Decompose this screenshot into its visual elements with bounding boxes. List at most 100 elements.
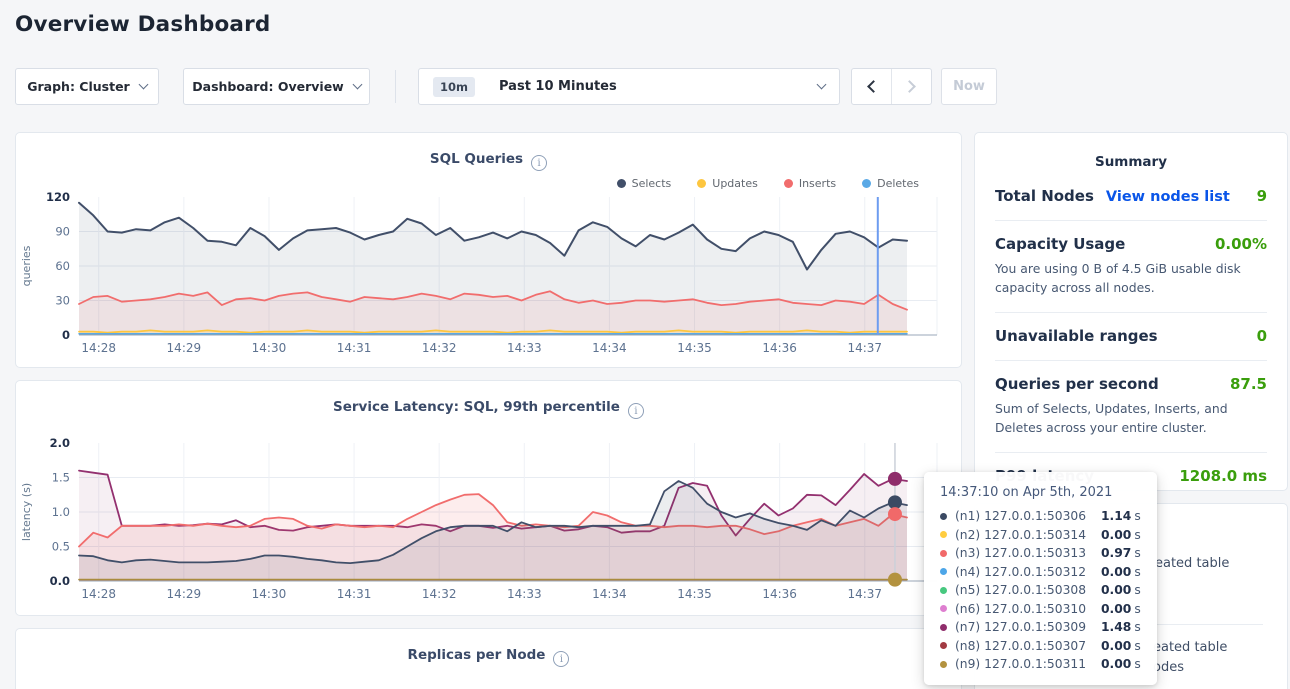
node-latency-value: 1.14 [1101,509,1131,523]
dashboard-label: Dashboard: Overview [192,79,343,94]
node-latency-unit: s [1134,620,1140,634]
legend-dot [862,179,871,188]
graph-scope-label: Graph: Cluster [27,79,129,94]
svg-text:90: 90 [55,225,70,239]
svg-text:2.0: 2.0 [50,437,70,450]
svg-text:14:29: 14:29 [167,341,202,355]
node-latency-unit: s [1134,565,1140,579]
svg-text:14:31: 14:31 [337,587,372,601]
svg-text:0.0: 0.0 [50,574,70,588]
svg-text:1.0: 1.0 [52,505,70,519]
summary-value: 1208.0 ms [1179,467,1267,485]
node-latency-value: 0.00 [1101,639,1131,653]
svg-text:14:33: 14:33 [507,341,542,355]
summary-value: 87.5 [1230,375,1267,393]
summary-description: You are using 0 B of 4.5 GiB usable disk… [995,260,1267,297]
summary-panel: Summary Total Nodes View nodes list 9 Ca… [974,132,1288,491]
legend-item-updates[interactable]: Updates [697,177,758,190]
info-icon[interactable]: i [553,651,569,667]
time-range-badge: 10m [433,77,475,97]
node-color-dot [940,661,947,668]
sql-queries-chart[interactable]: 030609012014:2814:2914:3014:3114:3214:33… [17,191,962,361]
node-color-dot [940,550,947,557]
legend-label: Deletes [877,177,919,190]
node-address: (n3) 127.0.0.1:50313 [955,546,1101,560]
svg-text:14:30: 14:30 [252,341,287,355]
dashboard-dropdown[interactable]: Dashboard: Overview [183,68,370,105]
node-address: (n2) 127.0.0.1:50314 [955,528,1101,542]
node-latency-value: 0.97 [1101,546,1131,560]
tooltip-node-row: (n3) 127.0.0.1:503130.97s [940,544,1143,563]
now-button[interactable]: Now [941,68,997,105]
svg-text:60: 60 [55,259,70,273]
event-text-fragment: odes [1153,660,1184,675]
node-color-dot [940,531,947,538]
node-address: (n1) 127.0.0.1:50306 [955,509,1101,523]
summary-label: Queries per second [995,375,1159,393]
tooltip-node-list: (n1) 127.0.0.1:503061.14s(n2) 127.0.0.1:… [940,507,1143,674]
view-nodes-list-link[interactable]: View nodes list [1106,189,1230,205]
svg-text:queries: queries [20,245,33,286]
tooltip-node-row: (n6) 127.0.0.1:503100.00s [940,600,1143,619]
node-address: (n7) 127.0.0.1:50309 [955,620,1101,634]
service-latency-panel: Service Latency: SQL, 99th percentilei 0… [15,380,962,616]
tooltip-node-row: (n9) 127.0.0.1:503110.00s [940,655,1143,674]
svg-text:1.5: 1.5 [52,471,70,485]
legend-label: Updates [712,177,758,190]
svg-text:latency (s): latency (s) [20,483,33,541]
info-icon[interactable]: i [628,403,644,419]
node-latency-value: 1.48 [1101,620,1131,634]
node-address: (n5) 127.0.0.1:50308 [955,583,1101,597]
node-latency-unit: s [1134,657,1140,671]
legend-item-deletes[interactable]: Deletes [862,177,919,190]
time-range-dropdown[interactable]: 10m Past 10 Minutes [418,68,840,105]
chart-title-text: Replicas per Node [408,647,546,663]
svg-text:14:34: 14:34 [592,587,627,601]
replicas-per-node-panel: Replicas per Node i [15,628,962,689]
node-color-dot [940,605,947,612]
svg-text:14:35: 14:35 [677,587,712,601]
summary-value: 0 [1257,327,1267,345]
svg-text:14:36: 14:36 [762,587,797,601]
node-color-dot [940,587,947,594]
legend-dot [617,179,626,188]
time-forward-button[interactable] [892,69,931,104]
legend-dot [784,179,793,188]
svg-text:14:35: 14:35 [677,341,712,355]
node-latency-value: 0.00 [1101,657,1131,671]
summary-row-unavailable-ranges: Unavailable ranges 0 [995,313,1267,361]
chart-title: Replicas per Node i [16,647,961,667]
service-latency-chart[interactable]: 0.00.51.01.52.014:2814:2914:3014:3114:32… [17,437,962,607]
node-address: (n6) 127.0.0.1:50310 [955,602,1101,616]
svg-text:14:32: 14:32 [422,341,457,355]
node-address: (n4) 127.0.0.1:50312 [955,565,1101,579]
node-latency-value: 0.00 [1101,602,1131,616]
svg-text:14:32: 14:32 [422,587,457,601]
chart-title: Service Latency: SQL, 99th percentilei [16,399,961,419]
time-back-button[interactable] [852,69,892,104]
summary-row-total-nodes: Total Nodes View nodes list 9 [995,173,1267,221]
graph-scope-dropdown[interactable]: Graph: Cluster [15,68,159,105]
legend-item-selects[interactable]: Selects [617,177,672,190]
node-latency-unit: s [1134,583,1140,597]
chevron-down-icon [352,80,362,90]
node-latency-value: 0.00 [1101,565,1131,579]
svg-text:14:37: 14:37 [847,587,882,601]
divider [395,70,396,103]
node-latency-unit: s [1134,546,1140,560]
chart-title: SQL Queries i [16,151,961,171]
node-address: (n9) 127.0.0.1:50311 [955,657,1101,671]
tooltip-node-row: (n7) 127.0.0.1:503091.48s [940,618,1143,637]
legend-dot [697,179,706,188]
summary-row-queries-per-second: Queries per second 87.5 Sum of Selects, … [995,361,1267,453]
tooltip-node-row: (n4) 127.0.0.1:503120.00s [940,563,1143,582]
time-range-label: Past 10 Minutes [499,79,617,94]
tooltip-node-row: (n2) 127.0.0.1:503140.00s [940,526,1143,545]
chart-title-text: SQL Queries [430,151,523,167]
tooltip-node-row: (n1) 127.0.0.1:503061.14s [940,507,1143,526]
overview-dashboard-page: { "page": { "title": "Overview Dashboard… [0,0,1290,689]
node-latency-value: 0.00 [1101,583,1131,597]
node-latency-value: 0.00 [1101,528,1131,542]
info-icon[interactable]: i [531,155,547,171]
legend-item-inserts[interactable]: Inserts [784,177,836,190]
